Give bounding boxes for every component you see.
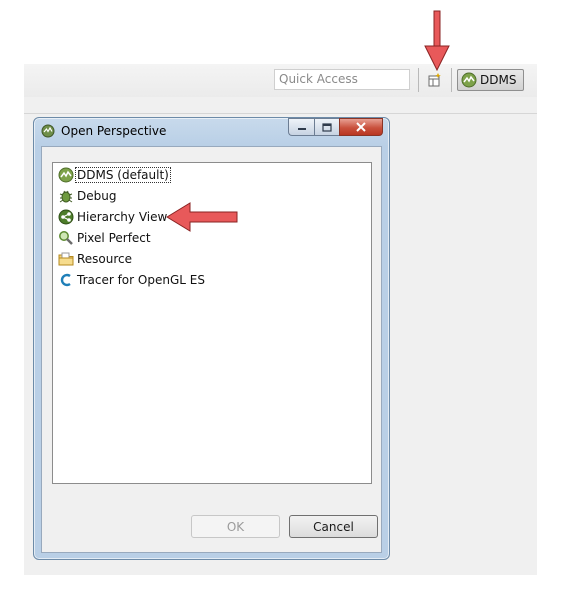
perspective-item-label: DDMS (default) [75,167,171,183]
minimize-icon [297,128,306,130]
perspective-item-label: Debug [77,189,117,203]
magnifier-icon [59,231,73,245]
maximize-button[interactable] [314,118,339,136]
minimize-button[interactable] [288,118,314,136]
perspective-item-label: Tracer for OpenGL ES [77,273,205,287]
toolbar-separator [418,68,419,92]
open-perspective-icon [428,73,441,87]
perspective-item-pixel-perfect[interactable]: Pixel Perfect [58,229,152,247]
perspective-item-hierarchy-view[interactable]: Hierarchy View [58,208,168,226]
window-controls [288,118,383,136]
perspective-item-tracer-opengl[interactable]: Tracer for OpenGL ES [58,271,206,289]
perspective-item-label: Resource [77,252,133,266]
ddms-icon [461,72,477,88]
ddms-button-label: DDMS [480,73,517,87]
hierarchy-view-icon [58,209,74,225]
close-button[interactable] [339,118,383,136]
debug-bug-icon [59,190,73,203]
perspective-item-resource[interactable]: Resource [58,250,133,268]
workbench-divider [24,113,537,114]
perspective-item-label: Hierarchy View [77,210,168,224]
ddms-icon [58,167,74,183]
maximize-icon [322,122,332,132]
quick-access-input[interactable]: Quick Access [274,69,410,90]
perspective-item-label: Pixel Perfect [77,231,151,245]
dialog-title: Open Perspective [61,124,167,138]
resource-folder-icon [58,252,74,266]
annotation-arrow-down [424,10,450,72]
close-icon [356,122,366,132]
open-perspective-dialog: Open Perspective DDMS (default) Debug Hi… [33,117,390,560]
cancel-button[interactable]: Cancel [289,515,378,538]
annotation-arrow-left [166,202,238,232]
ok-button[interactable]: OK [191,515,280,538]
screenshot-canvas: Quick Access DDMS Open Perspective DDMS … [0,0,561,593]
tracer-icon [60,273,71,287]
open-perspective-button[interactable] [424,70,446,90]
eclipse-app-icon [41,124,55,138]
toolbar-separator [451,68,452,92]
ddms-perspective-button[interactable]: DDMS [457,69,524,91]
perspective-item-ddms[interactable]: DDMS (default) [58,166,171,184]
perspective-item-debug[interactable]: Debug [58,187,117,205]
dialog-titlebar[interactable]: Open Perspective [34,118,389,146]
